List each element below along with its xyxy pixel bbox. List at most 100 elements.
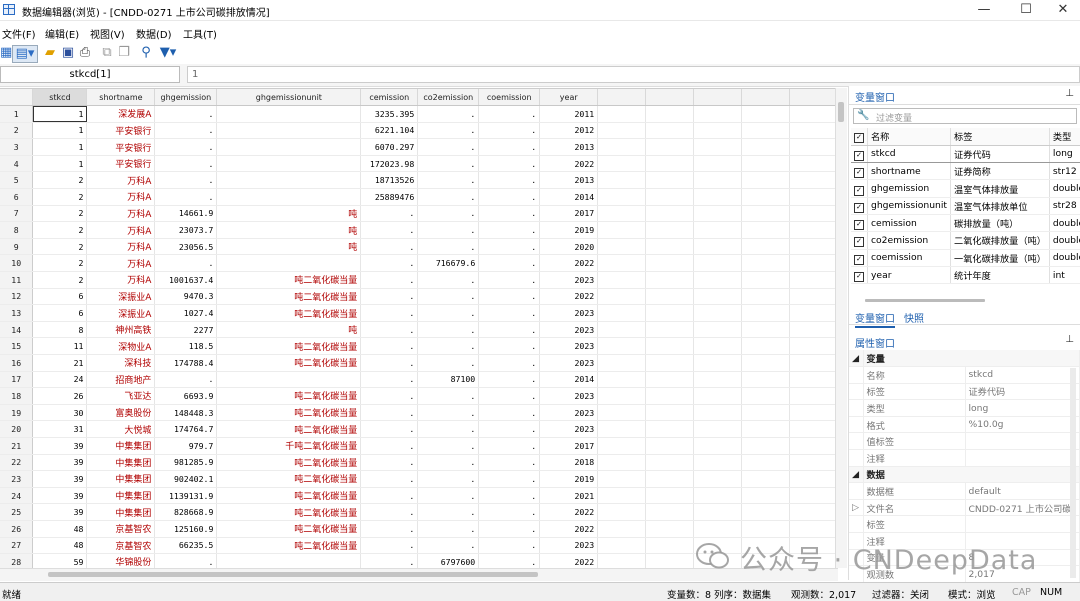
empty-cell[interactable] [789, 470, 838, 488]
empty-cell[interactable] [741, 271, 790, 289]
cell-ghgemissionunit[interactable]: 吨二氧化碳当量 [216, 271, 362, 289]
data-cell[interactable]: . [478, 354, 541, 372]
variable-checkbox[interactable]: ✓ [851, 249, 868, 267]
empty-cell[interactable] [741, 155, 790, 173]
empty-cell[interactable] [645, 503, 695, 521]
row-number[interactable]: 16 [0, 354, 34, 372]
empty-cell[interactable] [597, 188, 647, 206]
empty-cell[interactable] [741, 454, 790, 472]
empty-cell[interactable] [597, 537, 647, 555]
row-number[interactable]: 12 [0, 288, 34, 306]
empty-cell[interactable] [645, 254, 695, 273]
empty-cell[interactable] [645, 404, 695, 422]
empty-cell[interactable] [597, 454, 647, 472]
empty-cell[interactable] [789, 105, 838, 123]
cell-ghgemissionunit[interactable]: 吨二氧化碳当量 [216, 404, 362, 422]
data-cell[interactable]: . [417, 520, 480, 538]
row-number[interactable]: 14 [0, 321, 34, 339]
empty-cell[interactable] [645, 420, 695, 438]
empty-cell[interactable] [693, 387, 742, 405]
cell-shortname[interactable]: 深振业A [86, 288, 156, 306]
data-cell[interactable]: 2014 [539, 371, 599, 389]
data-cell[interactable]: 118.5 [154, 337, 218, 355]
row-number[interactable]: 7 [0, 205, 34, 223]
column-header[interactable]: ghgemissionunit [216, 89, 362, 107]
empty-cell[interactable] [741, 188, 790, 206]
menu-data[interactable]: 数据(D) [136, 26, 172, 41]
column-header[interactable]: shortname [86, 89, 156, 107]
empty-column-header[interactable] [789, 89, 838, 107]
menu-file[interactable]: 文件(F) [2, 26, 36, 41]
variable-filter-input[interactable]: 🔧 过滤变量 [853, 108, 1077, 124]
data-cell[interactable]: 2022 [539, 254, 599, 273]
data-cell[interactable]: . [417, 420, 480, 438]
empty-cell[interactable] [645, 238, 695, 256]
empty-cell[interactable] [597, 304, 647, 322]
row-number[interactable]: 18 [0, 387, 34, 405]
cell-shortname[interactable]: 京基智农 [86, 520, 156, 538]
data-cell[interactable]: . [360, 221, 419, 239]
select-all-checkbox[interactable]: ✓ [851, 128, 868, 146]
cell-shortname[interactable]: 万科A [86, 254, 156, 273]
empty-cell[interactable] [597, 122, 647, 140]
cell-shortname[interactable]: 京基智农 [86, 537, 156, 555]
empty-cell[interactable] [597, 337, 647, 355]
empty-cell[interactable] [693, 503, 742, 521]
empty-cell[interactable] [789, 321, 838, 339]
copy-icon[interactable]: ⧉ [99, 45, 115, 61]
row-number[interactable]: 11 [0, 271, 34, 289]
empty-cell[interactable] [597, 171, 647, 190]
data-cell[interactable]: 9470.3 [154, 288, 218, 306]
panel-splitter[interactable] [865, 299, 985, 302]
cell-ghgemissionunit[interactable]: 吨二氧化碳当量 [216, 503, 362, 521]
data-cell[interactable]: . [360, 371, 419, 389]
data-cell[interactable]: . [478, 520, 541, 538]
data-cell[interactable]: 2021 [539, 487, 599, 505]
empty-cell[interactable] [693, 371, 742, 389]
data-cell[interactable]: . [417, 404, 480, 422]
data-cell[interactable]: . [478, 487, 541, 505]
data-cell[interactable]: 1 [32, 122, 88, 140]
data-cell[interactable]: . [417, 387, 480, 405]
data-cell[interactable]: 6797600 [417, 553, 480, 569]
data-cell[interactable]: 2012 [539, 122, 599, 140]
column-header[interactable]: cemission [360, 89, 419, 107]
data-cell[interactable]: . [417, 437, 480, 455]
data-cell[interactable]: 8 [32, 321, 88, 339]
data-cell[interactable]: . [154, 122, 218, 140]
cell-shortname[interactable]: 大悦城 [86, 420, 156, 438]
variable-checkbox[interactable]: ✓ [851, 162, 868, 181]
empty-cell[interactable] [693, 254, 742, 273]
property-group[interactable]: ◢ 变量 [849, 350, 1080, 368]
empty-cell[interactable] [597, 470, 647, 488]
empty-column-header[interactable] [741, 89, 790, 107]
data-cell[interactable]: 48 [32, 520, 88, 538]
empty-cell[interactable] [645, 304, 695, 322]
data-cell[interactable]: 48 [32, 537, 88, 555]
variable-row[interactable]: ✓ year 统计年度 int [851, 266, 1080, 285]
row-number[interactable]: 22 [0, 454, 34, 472]
data-cell[interactable]: . [360, 437, 419, 455]
data-cell[interactable]: 87100 [417, 371, 480, 389]
data-cell[interactable]: 18713526 [360, 171, 419, 190]
row-number[interactable]: 3 [0, 138, 34, 156]
data-cell[interactable]: . [360, 470, 419, 488]
empty-cell[interactable] [645, 288, 695, 306]
data-cell[interactable]: . [360, 288, 419, 306]
row-number[interactable]: 8 [0, 221, 34, 239]
column-header[interactable]: ghgemission [154, 89, 218, 107]
menu-edit[interactable]: 编辑(E) [45, 26, 79, 41]
empty-cell[interactable] [741, 205, 790, 223]
data-cell[interactable]: 2022 [539, 155, 599, 173]
cell-ghgemissionunit[interactable]: 吨二氧化碳当量 [216, 487, 362, 505]
cell-ghgemissionunit[interactable]: 吨二氧化碳当量 [216, 470, 362, 488]
empty-cell[interactable] [597, 155, 647, 173]
empty-column-header[interactable] [645, 89, 695, 107]
data-cell[interactable]: . [478, 387, 541, 405]
cell-ghgemissionunit[interactable] [216, 138, 362, 156]
data-cell[interactable]: . [360, 420, 419, 438]
data-cell[interactable]: . [154, 155, 218, 173]
data-cell[interactable]: 30 [32, 404, 88, 422]
data-cell[interactable]: . [417, 155, 480, 173]
row-number[interactable]: 1 [0, 105, 34, 123]
